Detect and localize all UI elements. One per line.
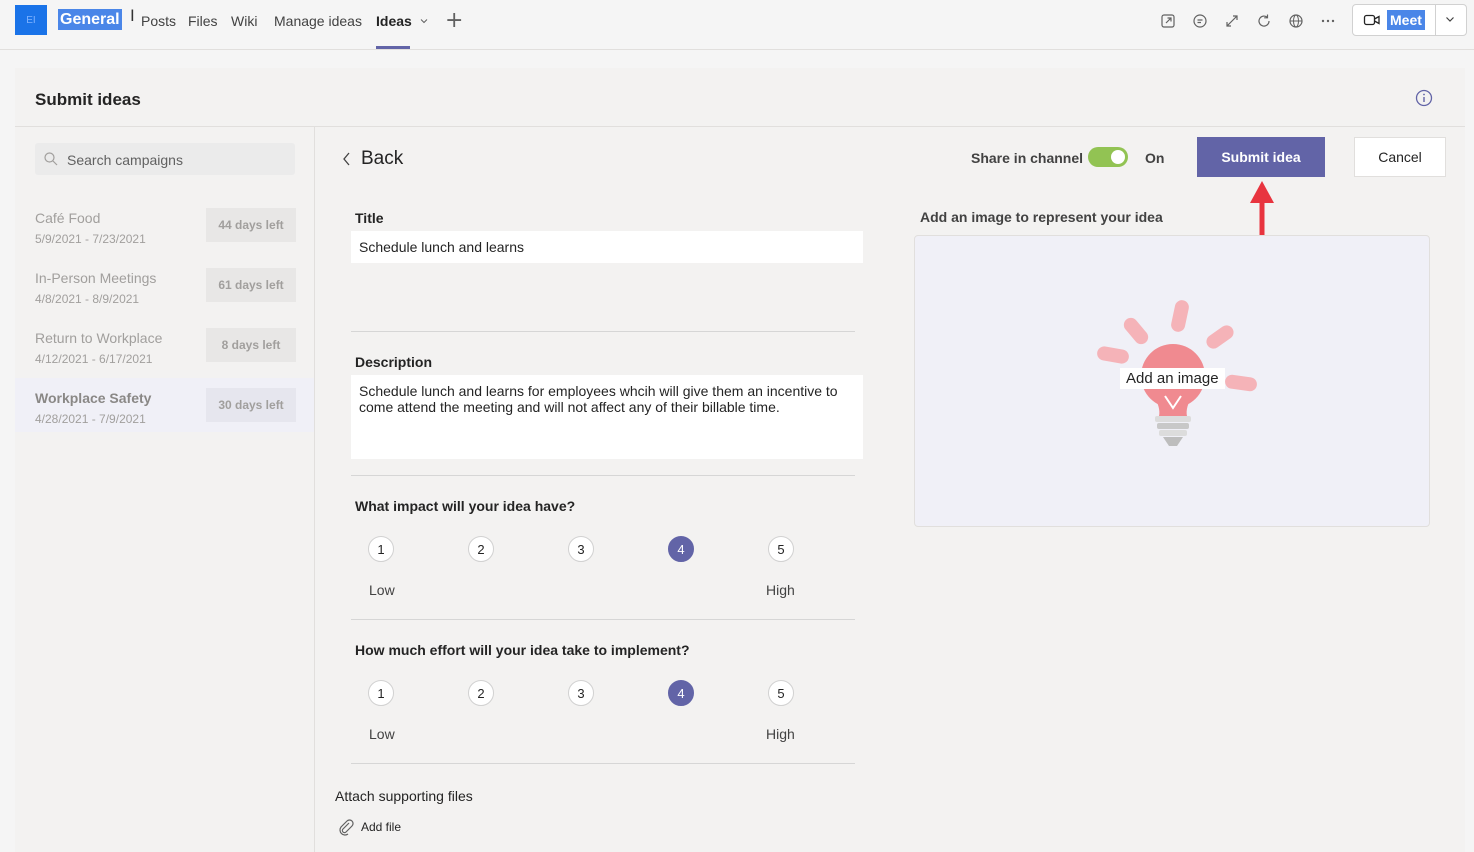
- campaign-name: Workplace Safety: [35, 390, 152, 406]
- impact-rating-2[interactable]: 2: [468, 536, 494, 562]
- tab-wiki[interactable]: Wiki: [231, 13, 257, 29]
- campaign-item[interactable]: Café Food 5/9/2021 - 7/23/2021 44 days l…: [15, 208, 314, 262]
- team-avatar[interactable]: EI: [15, 5, 47, 35]
- active-tab-indicator: [376, 46, 410, 49]
- search-placeholder: Search campaigns: [67, 152, 183, 168]
- top-bar: EI General I Posts Files Wiki Manage ide…: [0, 0, 1474, 50]
- search-icon: [44, 152, 58, 166]
- idea-form: Back Share in channel On Submit idea Can…: [315, 127, 1465, 852]
- toggle-knob: [1111, 150, 1125, 164]
- impact-high-label: High: [766, 582, 795, 598]
- image-section-label: Add an image to represent your idea: [920, 209, 1163, 225]
- impact-rating-1[interactable]: 1: [368, 536, 394, 562]
- impact-low-label: Low: [369, 582, 395, 598]
- impact-question: What impact will your idea have?: [355, 498, 576, 514]
- attach-files-label: Attach supporting files: [335, 788, 473, 804]
- submit-idea-button[interactable]: Submit idea: [1197, 137, 1325, 177]
- meet-options-button[interactable]: [1443, 12, 1457, 31]
- divider: [351, 763, 855, 764]
- effort-rating-3[interactable]: 3: [568, 680, 594, 706]
- channel-name: General: [58, 9, 122, 30]
- back-label: Back: [361, 148, 404, 169]
- video-camera-icon: [1363, 14, 1380, 26]
- campaign-item[interactable]: Return to Workplace 4/12/2021 - 6/17/202…: [15, 328, 314, 382]
- effort-rating-2[interactable]: 2: [468, 680, 494, 706]
- image-upload-area[interactable]: Add an image: [914, 235, 1430, 527]
- chevron-left-icon: [343, 152, 350, 166]
- add-file-button[interactable]: Add file: [337, 818, 401, 836]
- text-cursor-icon: I: [130, 6, 135, 25]
- add-file-label: Add file: [361, 820, 402, 834]
- add-image-label: Add an image: [1120, 368, 1225, 389]
- tab-ideas-label: Ideas: [376, 13, 412, 29]
- submit-ideas-panel: Submit ideas Search campaigns Café Food …: [15, 68, 1465, 852]
- effort-question: How much effort will your idea take to i…: [355, 642, 690, 658]
- share-in-channel-label: Share in channel: [971, 150, 1084, 166]
- impact-rating-5[interactable]: 5: [768, 536, 794, 562]
- meet-button[interactable]: Meet: [1363, 9, 1425, 31]
- campaign-dates: 5/9/2021 - 7/23/2021: [35, 232, 146, 246]
- meet-button-group: Meet: [1352, 4, 1467, 36]
- chat-icon[interactable]: [1191, 12, 1209, 30]
- effort-low-label: Low: [369, 726, 395, 742]
- campaign-dates: 4/12/2021 - 6/17/2021: [35, 352, 153, 366]
- impact-rating-4[interactable]: 4: [668, 536, 694, 562]
- meet-divider: [1435, 5, 1436, 35]
- campaign-item-selected[interactable]: Workplace Safety 4/28/2021 - 7/9/2021 30…: [15, 378, 314, 432]
- description-input[interactable]: Schedule lunch and learns for employees …: [351, 375, 863, 459]
- panel-header: Submit ideas: [15, 68, 1465, 127]
- back-button[interactable]: Back: [341, 148, 403, 170]
- effort-rating-1[interactable]: 1: [368, 680, 394, 706]
- effort-high-label: High: [766, 726, 795, 742]
- title-input[interactable]: Schedule lunch and learns: [351, 231, 863, 263]
- divider: [351, 331, 855, 332]
- effort-rating-5[interactable]: 5: [768, 680, 794, 706]
- divider: [351, 619, 855, 620]
- divider: [351, 475, 855, 476]
- chevron-down-icon: [420, 19, 428, 24]
- effort-rating-4[interactable]: 4: [668, 680, 694, 706]
- days-left-badge: 61 days left: [206, 268, 296, 302]
- toggle-state-label: On: [1145, 150, 1165, 166]
- days-left-badge: 30 days left: [206, 388, 296, 422]
- impact-rating-3[interactable]: 3: [568, 536, 594, 562]
- search-campaigns-input[interactable]: Search campaigns: [35, 143, 295, 175]
- info-icon[interactable]: [1415, 89, 1433, 112]
- page-title: Submit ideas: [35, 90, 141, 109]
- title-label: Title: [355, 210, 384, 226]
- more-options-icon[interactable]: [1319, 12, 1337, 30]
- campaign-item[interactable]: In-Person Meetings 4/8/2021 - 8/9/2021 6…: [15, 268, 314, 322]
- tab-manage-ideas[interactable]: Manage ideas: [274, 13, 362, 29]
- days-left-badge: 8 days left: [206, 328, 296, 362]
- expand-icon[interactable]: [1223, 12, 1241, 30]
- tab-ideas[interactable]: Ideas: [376, 13, 429, 29]
- meet-label: Meet: [1387, 10, 1425, 30]
- add-tab-icon[interactable]: +: [445, 8, 463, 33]
- description-label: Description: [355, 354, 433, 370]
- cancel-button[interactable]: Cancel: [1354, 137, 1446, 177]
- refresh-icon[interactable]: [1255, 12, 1273, 30]
- share-in-channel-toggle[interactable]: [1088, 147, 1128, 167]
- globe-icon[interactable]: [1287, 12, 1305, 30]
- paperclip-icon: [339, 819, 354, 836]
- days-left-badge: 44 days left: [206, 208, 296, 242]
- campaign-name: Return to Workplace: [35, 330, 163, 346]
- popout-icon[interactable]: [1159, 12, 1177, 30]
- chevron-down-icon: [1446, 17, 1454, 22]
- campaign-name: Café Food: [35, 210, 101, 226]
- campaign-dates: 4/28/2021 - 7/9/2021: [35, 412, 146, 426]
- campaign-sidebar: Search campaigns Café Food 5/9/2021 - 7/…: [15, 127, 315, 852]
- campaign-dates: 4/8/2021 - 8/9/2021: [35, 292, 140, 306]
- tab-files[interactable]: Files: [188, 13, 218, 29]
- tab-posts[interactable]: Posts: [141, 13, 176, 29]
- campaign-name: In-Person Meetings: [35, 270, 157, 286]
